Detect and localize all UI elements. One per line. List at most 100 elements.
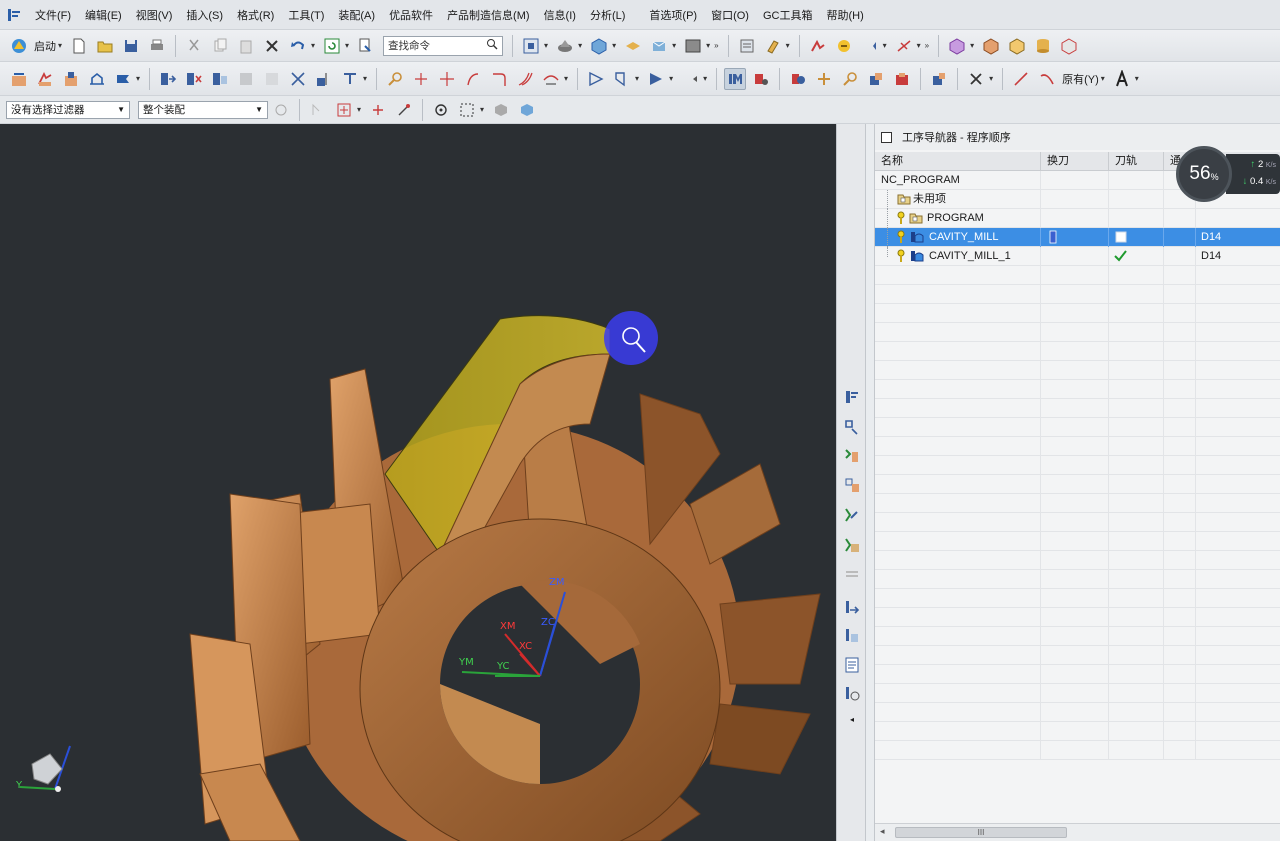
- menu-view[interactable]: 视图(V): [129, 7, 180, 23]
- menu-youpin-software[interactable]: 优品软件: [382, 7, 440, 23]
- resource-bar-palettes-icon[interactable]: [841, 624, 863, 646]
- arc-icon[interactable]: [1036, 68, 1058, 90]
- orient-dropdown-arrow[interactable]: ▾: [612, 41, 616, 50]
- properties-icon[interactable]: [339, 68, 361, 90]
- solid-body-icon[interactable]: [490, 99, 512, 121]
- assembly-icon[interactable]: [946, 35, 968, 57]
- copy-icon[interactable]: [209, 35, 231, 57]
- cut-object-icon[interactable]: [183, 68, 205, 90]
- tool-path-dropdown-arrow[interactable]: ▾: [635, 74, 639, 83]
- menu-edit[interactable]: 编辑(E): [78, 7, 129, 23]
- cut-icon[interactable]: [183, 35, 205, 57]
- nx-app-icon[interactable]: [6, 7, 22, 23]
- component-pattern-icon[interactable]: [1006, 35, 1028, 57]
- spline-icon[interactable]: [462, 68, 484, 90]
- resource-bar-roles-icon[interactable]: [841, 682, 863, 704]
- blank-icon[interactable]: [891, 68, 913, 90]
- menu-tools[interactable]: 工具(T): [281, 7, 331, 23]
- post-process-icon[interactable]: [112, 68, 134, 90]
- create-method-icon[interactable]: [833, 35, 855, 57]
- create-operation-icon[interactable]: [859, 35, 881, 57]
- transform-object-icon[interactable]: [287, 68, 309, 90]
- trim-curve-icon[interactable]: [540, 68, 562, 90]
- curve-icon[interactable]: [488, 68, 510, 90]
- menu-gc-toolkit[interactable]: GC工具箱: [756, 7, 820, 23]
- resource-bar-process-studio-icon[interactable]: [841, 654, 863, 676]
- render-style-dropdown-arrow[interactable]: ▾: [578, 41, 582, 50]
- section-view-icon[interactable]: [648, 35, 670, 57]
- command-finder-icon[interactable]: [355, 35, 377, 57]
- create-geometry-icon[interactable]: [807, 35, 829, 57]
- object-display-icon[interactable]: [313, 68, 335, 90]
- filter-reset-icon[interactable]: [270, 99, 292, 121]
- snap-point-icon[interactable]: [367, 99, 389, 121]
- navigator-pin-checkbox[interactable]: [881, 131, 892, 143]
- coordinate-dropdown-arrow[interactable]: ▾: [917, 41, 921, 50]
- update-icon[interactable]: [321, 35, 343, 57]
- create-tool-icon[interactable]: [762, 35, 784, 57]
- close-dropdown-arrow[interactable]: ▾: [989, 74, 993, 83]
- tree-row-program[interactable]: PROGRAM: [875, 209, 1280, 228]
- point-set-icon[interactable]: [410, 68, 432, 90]
- selection-filter-select[interactable]: 没有选择过滤器 ▼: [6, 100, 130, 119]
- menu-assembly[interactable]: 装配(A): [331, 7, 382, 23]
- new-file-icon[interactable]: [68, 35, 90, 57]
- tool-path-icon[interactable]: [585, 68, 607, 90]
- menu-pmi[interactable]: 产品制造信息(M): [440, 7, 537, 23]
- offset-curve-icon[interactable]: [514, 68, 536, 90]
- component-select-icon[interactable]: [516, 99, 538, 121]
- tool-path-simulate-icon[interactable]: [645, 68, 667, 90]
- tree-row-cavity-mill-1[interactable]: CAVITY_MILL_1 D14: [875, 247, 1280, 266]
- plane-icon[interactable]: [436, 68, 458, 90]
- box-select-dropdown-arrow[interactable]: ▾: [480, 105, 484, 114]
- background-color-icon[interactable]: [682, 35, 704, 57]
- existing-dropdown-arrow[interactable]: ▾: [1101, 74, 1105, 83]
- create-tool-dropdown-arrow[interactable]: ▾: [786, 41, 790, 50]
- navigator-horizontal-scrollbar[interactable]: ◂ III: [875, 823, 1280, 841]
- menu-information[interactable]: 信息(I): [537, 7, 583, 23]
- generate-toolpath-icon[interactable]: [8, 68, 30, 90]
- edit-object-icon[interactable]: [157, 68, 179, 90]
- paste-icon[interactable]: [235, 35, 257, 57]
- network-speed-widget[interactable]: ↑ 2 K/s ↓ 0.4 K/s 56%: [1176, 146, 1280, 202]
- scroll-left-arrow-icon[interactable]: ◂: [880, 826, 885, 837]
- component-icon[interactable]: [980, 35, 1002, 57]
- search-icon[interactable]: [486, 38, 498, 53]
- menu-window[interactable]: 窗口(O): [704, 7, 756, 23]
- method-view-icon[interactable]: [813, 68, 835, 90]
- column-header-name[interactable]: 名称: [875, 152, 1041, 171]
- text-icon[interactable]: [1111, 68, 1133, 90]
- shop-doc-icon[interactable]: [928, 68, 950, 90]
- resource-bar-system-materials-icon[interactable]: [841, 564, 863, 586]
- resource-bar-machine-navigator-icon[interactable]: [841, 444, 863, 466]
- select-dropdown-arrow[interactable]: ▾: [357, 105, 361, 114]
- operation-dropdown-arrow[interactable]: ▾: [883, 41, 887, 50]
- curve-dropdown-arrow[interactable]: ▾: [564, 74, 568, 83]
- graphics-viewport[interactable]: ZM ZC XM XC YM YC Y: [0, 124, 836, 841]
- column-header-tool-change[interactable]: 换刀: [1041, 152, 1109, 171]
- open-folder-icon[interactable]: [94, 35, 116, 57]
- lens-icon[interactable]: [839, 68, 861, 90]
- resource-bar-hd3d-icon[interactable]: [841, 504, 863, 526]
- operation-navigator-program-order-icon[interactable]: [724, 67, 747, 90]
- text-dropdown-arrow[interactable]: ▾: [1135, 74, 1139, 83]
- menu-help[interactable]: 帮助(H): [819, 7, 870, 23]
- post-process-dropdown-arrow[interactable]: ▾: [136, 74, 140, 83]
- create-program-icon[interactable]: [736, 35, 758, 57]
- assembly-scope-select[interactable]: 整个装配 ▼: [138, 100, 268, 119]
- assembly-dropdown-arrow[interactable]: ▾: [970, 41, 974, 50]
- delete-icon[interactable]: [261, 35, 283, 57]
- menu-format[interactable]: 格式(R): [230, 7, 281, 23]
- resource-bar-tool-library-icon[interactable]: [841, 416, 863, 438]
- simulate-machine-icon[interactable]: [86, 68, 108, 90]
- menu-file[interactable]: 文件(F): [28, 7, 78, 23]
- snap-center-icon[interactable]: [430, 99, 452, 121]
- undo-icon[interactable]: [287, 35, 309, 57]
- scrollbar-thumb[interactable]: III: [895, 827, 1067, 838]
- properties-dropdown-arrow[interactable]: ▾: [363, 74, 367, 83]
- verify-toolpath-icon[interactable]: [60, 68, 82, 90]
- column-header-toolpath[interactable]: 刀轨: [1109, 152, 1164, 171]
- replay-toolpath-icon[interactable]: [34, 68, 56, 90]
- close-x-icon[interactable]: [965, 68, 987, 90]
- snap-curve-icon[interactable]: [307, 99, 329, 121]
